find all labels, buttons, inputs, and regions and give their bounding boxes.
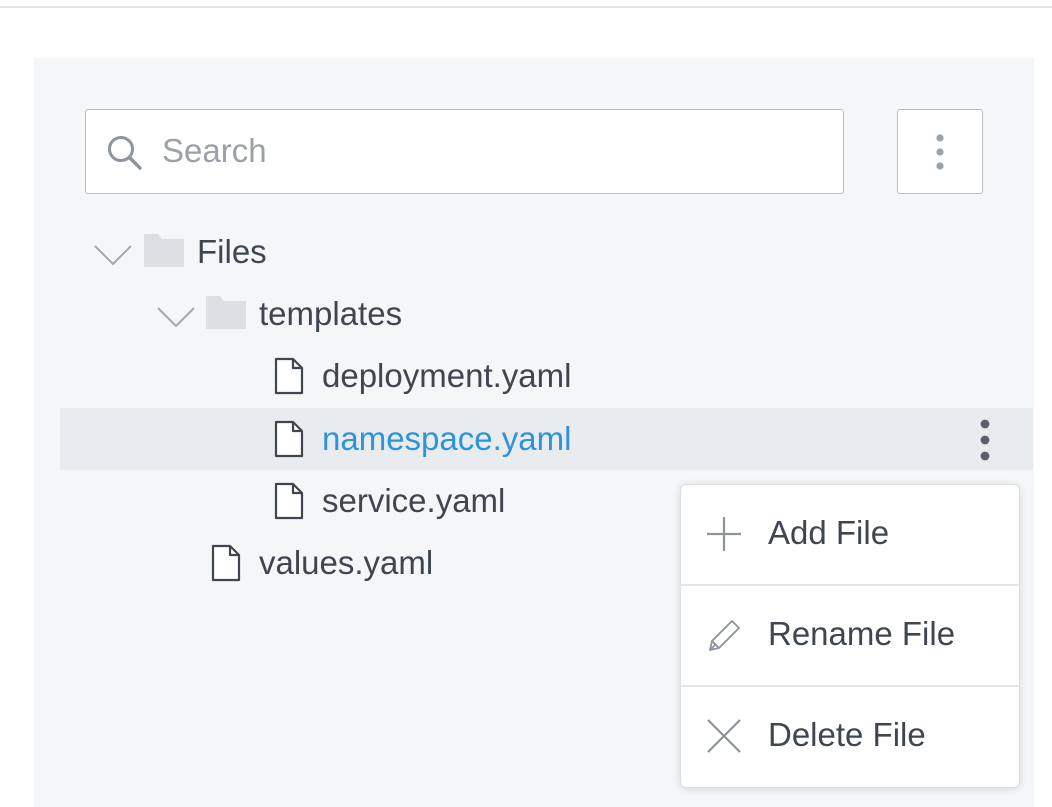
tree-file-label: deployment.yaml [322, 357, 572, 394]
more-options-button[interactable] [897, 109, 983, 194]
tree-file-deployment[interactable]: deployment.yaml [270, 345, 670, 407]
vertical-ellipsis-icon [936, 134, 944, 170]
search-box[interactable] [85, 109, 844, 194]
close-icon [707, 719, 741, 753]
file-context-menu: Add File Rename File Delete File [680, 484, 1020, 788]
tree-file-label: namespace.yaml [322, 420, 572, 457]
tree-file-namespace[interactable]: namespace.yaml [60, 408, 1033, 470]
search-input[interactable] [162, 110, 822, 192]
search-icon [108, 136, 142, 170]
menu-item-add-file[interactable]: Add File [681, 485, 1019, 585]
menu-item-rename-file[interactable]: Rename File [681, 586, 1019, 686]
chevron-down-icon[interactable] [156, 305, 196, 329]
menu-item-delete-file[interactable]: Delete File [681, 687, 1019, 787]
menu-item-label: Rename File [768, 615, 956, 652]
row-more-icon[interactable] [968, 418, 1002, 462]
tree-file-label: service.yaml [322, 482, 506, 519]
tree-file-label: values.yaml [259, 544, 434, 581]
file-icon [274, 420, 304, 458]
tree-file-service[interactable]: service.yaml [270, 470, 650, 532]
tree-folder-label: templates [259, 295, 403, 332]
menu-item-label: Delete File [768, 716, 926, 753]
tree-folder-templates[interactable]: templates [148, 283, 548, 345]
plus-icon [707, 517, 741, 551]
menu-item-label: Add File [768, 514, 890, 551]
file-icon [274, 482, 304, 520]
folder-icon [144, 234, 184, 267]
pencil-icon [709, 620, 740, 651]
chevron-down-icon[interactable] [93, 243, 133, 267]
file-icon [274, 357, 304, 395]
top-divider [0, 6, 1052, 8]
tree-folder-files[interactable]: Files [85, 221, 485, 283]
file-icon [211, 544, 241, 582]
folder-icon [206, 296, 246, 329]
tree-file-values[interactable]: values.yaml [207, 532, 607, 594]
tree-folder-label: Files [197, 233, 267, 270]
